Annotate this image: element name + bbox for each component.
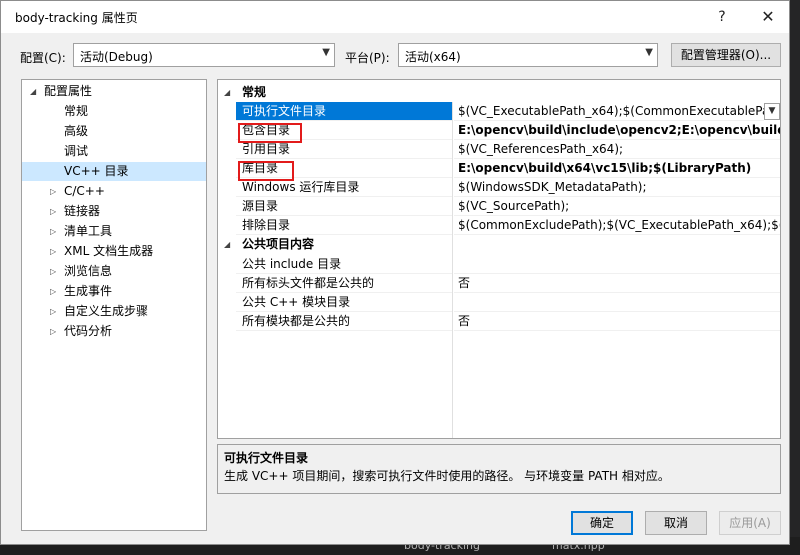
property-row-reference-dirs[interactable]: 引用目录 $(VC_ReferencesPath_x64); bbox=[218, 140, 780, 159]
property-name: 排除目录 bbox=[236, 216, 452, 235]
tree-item-general[interactable]: 常规 bbox=[64, 102, 88, 121]
platform-value: 活动(x64) bbox=[405, 50, 461, 64]
property-value: 否 bbox=[454, 312, 780, 331]
property-name: 公共 include 目录 bbox=[236, 255, 452, 274]
property-value bbox=[454, 255, 780, 274]
tree-item-label: 浏览信息 bbox=[64, 264, 113, 278]
property-row-public-cpp-modules[interactable]: 公共 C++ 模块目录 bbox=[218, 293, 780, 312]
collapsed-triangle-icon: ▷ bbox=[50, 207, 57, 216]
property-row-all-modules-public[interactable]: 所有模块都是公共的 否 bbox=[218, 312, 780, 331]
property-value: $(VC_SourcePath); bbox=[454, 197, 780, 216]
chevron-down-icon: ▼ bbox=[322, 47, 330, 58]
collapsed-triangle-icon: ▷ bbox=[50, 227, 57, 236]
config-manager-button[interactable]: 配置管理器(O)... bbox=[671, 43, 781, 67]
category-general[interactable]: ◢ 常规 bbox=[218, 83, 780, 102]
tree-item-label: 生成事件 bbox=[64, 284, 113, 298]
annotation-box-library-dirs bbox=[238, 161, 294, 181]
property-value bbox=[454, 293, 780, 312]
property-row-public-include[interactable]: 公共 include 目录 bbox=[218, 255, 780, 274]
help-button[interactable]: ? bbox=[707, 5, 737, 29]
collapsed-triangle-icon: ▷ bbox=[50, 187, 57, 196]
tree-item-label: C/C++ bbox=[64, 184, 105, 198]
property-name: 可执行文件目录 bbox=[236, 102, 452, 121]
property-value: $(CommonExcludePath);$(VC_ExecutablePath… bbox=[454, 216, 780, 235]
tree-item-label: 链接器 bbox=[64, 204, 101, 218]
category-public-label: 公共项目内容 bbox=[242, 237, 315, 251]
tree-item-advanced[interactable]: 高级 bbox=[64, 122, 88, 141]
ok-button[interactable]: 确定 bbox=[571, 511, 633, 535]
category-public-content[interactable]: ◢ 公共项目内容 bbox=[218, 235, 780, 254]
property-row-source-dirs[interactable]: 源目录 $(VC_SourcePath); bbox=[218, 197, 780, 216]
expanded-triangle-icon: ◢ bbox=[224, 240, 231, 249]
tree-item-debugging[interactable]: 调试 bbox=[64, 142, 88, 161]
property-name: 所有模块都是公共的 bbox=[236, 312, 452, 331]
expanded-triangle-icon: ◢ bbox=[30, 87, 37, 96]
category-general-label: 常规 bbox=[242, 85, 267, 99]
close-button[interactable]: ✕ bbox=[753, 5, 783, 29]
property-row-exclude-dirs[interactable]: 排除目录 $(CommonExcludePath);$(VC_Executabl… bbox=[218, 216, 780, 235]
tree-item-label: 清单工具 bbox=[64, 224, 113, 238]
description-text: 生成 VC++ 项目期间，搜索可执行文件时使用的路径。 与环境变量 PATH 相… bbox=[224, 469, 670, 483]
property-value: $(WindowsSDK_MetadataPath); bbox=[454, 178, 780, 197]
property-pages-dialog: body-tracking 属性页 ? ✕ 配置(C): 活动(Debug) ▼… bbox=[0, 0, 790, 545]
config-value: 活动(Debug) bbox=[80, 50, 153, 64]
apply-button[interactable]: 应用(A) bbox=[719, 511, 781, 535]
property-value: $(VC_ExecutablePath_x64);$(CommonExecuta… bbox=[454, 102, 764, 121]
description-panel: 可执行文件目录 生成 VC++ 项目期间，搜索可执行文件时使用的路径。 与环境变… bbox=[217, 444, 781, 494]
property-value: 否 bbox=[454, 274, 780, 293]
property-value: E:\opencv\build\include\opencv2;E:\openc… bbox=[454, 121, 780, 140]
property-row-all-headers-public[interactable]: 所有标头文件都是公共的 否 bbox=[218, 274, 780, 293]
property-grid: ◢ 常规 可执行文件目录 $(VC_ExecutablePath_x64);$(… bbox=[217, 79, 781, 439]
collapsed-triangle-icon: ▷ bbox=[50, 327, 57, 336]
description-title: 可执行文件目录 bbox=[224, 451, 309, 465]
property-row-winrt-dirs[interactable]: Windows 运行库目录 $(WindowsSDK_MetadataPath)… bbox=[218, 178, 780, 197]
tree-item-label: 代码分析 bbox=[64, 324, 113, 338]
property-row-executable-dirs[interactable]: 可执行文件目录 $(VC_ExecutablePath_x64);$(Commo… bbox=[218, 102, 780, 121]
property-value: $(VC_ReferencesPath_x64); bbox=[454, 140, 780, 159]
property-row-include-dirs[interactable]: 包含目录 E:\opencv\build\include\opencv2;E:\… bbox=[218, 121, 780, 140]
config-label: 配置(C): bbox=[20, 51, 66, 65]
platform-label: 平台(P): bbox=[345, 51, 390, 65]
property-row-library-dirs[interactable]: 库目录 E:\opencv\build\x64\vc15\lib;$(Libra… bbox=[218, 159, 780, 178]
property-name: 公共 C++ 模块目录 bbox=[236, 293, 452, 312]
annotation-box-include-dirs bbox=[238, 123, 302, 143]
collapsed-triangle-icon: ▷ bbox=[50, 267, 57, 276]
property-name: 所有标头文件都是公共的 bbox=[236, 274, 452, 293]
property-value: E:\opencv\build\x64\vc15\lib;$(LibraryPa… bbox=[454, 159, 780, 178]
platform-select[interactable]: 活动(x64) ▼ bbox=[398, 43, 658, 67]
expanded-triangle-icon: ◢ bbox=[224, 88, 231, 97]
title-bar: body-tracking 属性页 ? ✕ bbox=[1, 1, 789, 33]
collapsed-triangle-icon: ▷ bbox=[50, 247, 57, 256]
cancel-button[interactable]: 取消 bbox=[645, 511, 707, 535]
window-title: body-tracking 属性页 bbox=[15, 11, 138, 25]
collapsed-triangle-icon: ▷ bbox=[50, 287, 57, 296]
tree-item-label: XML 文档生成器 bbox=[64, 244, 154, 258]
tree-root-label: 配置属性 bbox=[44, 84, 93, 98]
settings-tree: ◢ 配置属性 常规 高级 调试 VC++ 目录 ▷ C/C++ ▷ 链接器 ▷ … bbox=[21, 79, 207, 531]
property-name: 源目录 bbox=[236, 197, 452, 216]
config-select[interactable]: 活动(Debug) ▼ bbox=[73, 43, 335, 67]
tree-item-label: 自定义生成步骤 bbox=[64, 304, 149, 318]
collapsed-triangle-icon: ▷ bbox=[50, 307, 57, 316]
chevron-down-icon: ▼ bbox=[645, 47, 653, 58]
tree-item-vc-directories[interactable]: VC++ 目录 bbox=[22, 162, 206, 181]
chevron-down-icon[interactable]: ▼ bbox=[764, 103, 780, 120]
